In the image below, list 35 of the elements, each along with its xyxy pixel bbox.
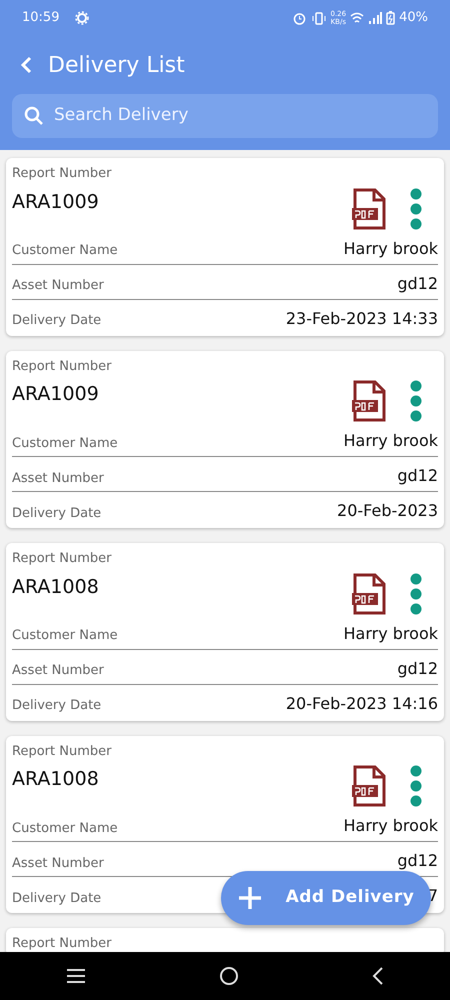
field-label: Delivery Date <box>12 890 102 908</box>
field-value: gd12 <box>397 658 438 680</box>
field-value: Harry brook <box>344 815 438 837</box>
field-label: Delivery Date <box>12 697 102 715</box>
field-label: Report Number <box>12 550 112 568</box>
field-value: 20-Feb-2023 14:16 <box>286 692 438 714</box>
battery-level: 40% <box>399 9 428 28</box>
report-number: ARA1009 <box>12 382 99 407</box>
field-label: Report Number <box>12 935 112 952</box>
report-number: ARA1009 <box>12 190 99 214</box>
field-value: Harry brook <box>344 622 438 644</box>
field-value: 23-Feb-2023 14:33 <box>286 308 438 330</box>
field-label: Report Number <box>12 165 112 183</box>
field-value: gd12 <box>397 850 438 872</box>
field-label: Report Number <box>12 358 112 376</box>
field-label: Asset Number <box>12 854 104 872</box>
field-label: Customer Name <box>12 242 118 260</box>
field-label: Customer Name <box>12 434 118 452</box>
status-time: 10:59 <box>22 9 60 28</box>
field-label: Report Number <box>12 742 112 760</box>
field-value: Harry brook <box>344 430 438 452</box>
field-value: Harry brook <box>344 238 438 260</box>
page-title: Delivery List <box>48 52 185 80</box>
report-number: ARA1008 <box>12 574 99 600</box>
field-label: Customer Name <box>12 820 118 838</box>
field-value: gd12 <box>397 465 438 487</box>
field-value: 20-Feb-2023 <box>337 500 438 522</box>
report-number: ARA1008 <box>12 767 99 792</box>
field-label: Delivery Date <box>12 312 102 330</box>
field-label: Asset Number <box>12 662 104 680</box>
field-label: Asset Number <box>12 277 104 295</box>
field-label: Asset Number <box>12 470 104 488</box>
field-label: Customer Name <box>12 627 118 645</box>
field-value: gd12 <box>397 272 438 294</box>
field-label: Delivery Date <box>12 504 102 522</box>
